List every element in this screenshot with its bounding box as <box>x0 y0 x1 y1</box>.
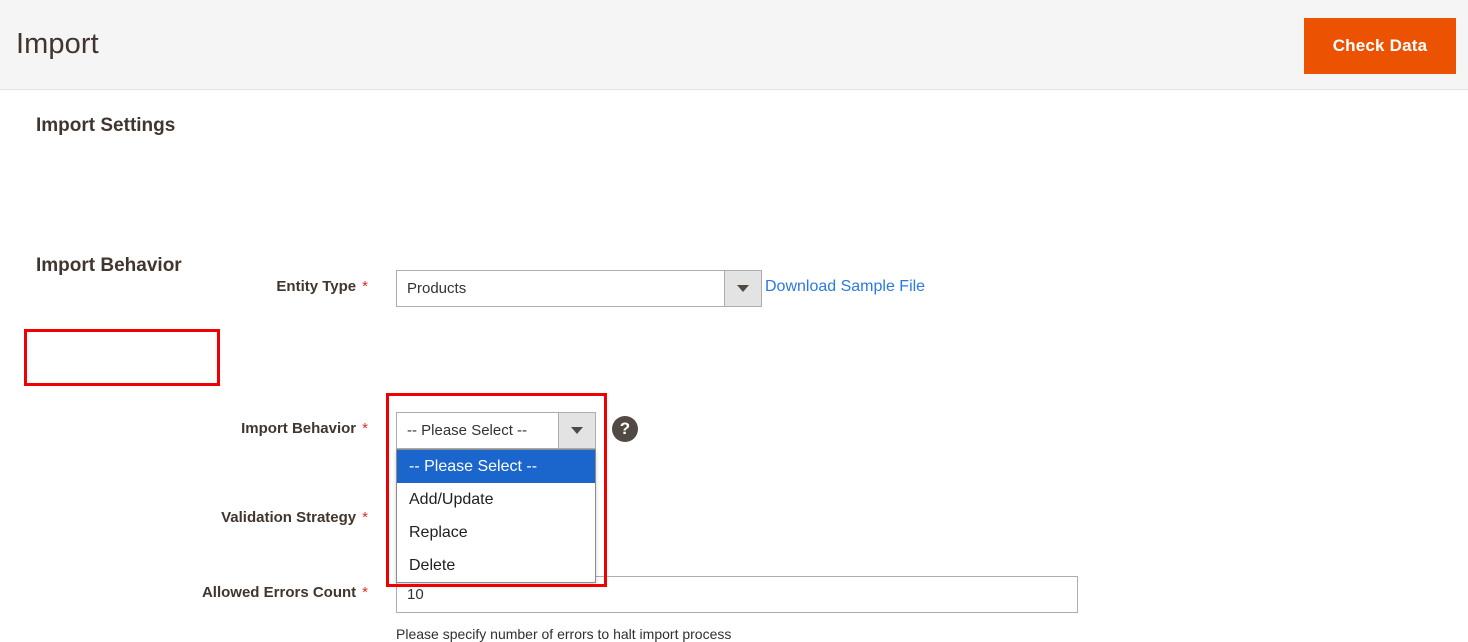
validation-strategy-required-marker: * <box>362 509 368 526</box>
allowed-errors-count-required-marker: * <box>362 584 368 601</box>
validation-strategy-label-text: Validation Strategy <box>221 509 357 526</box>
import-behavior-select-value: -- Please Select -- <box>407 422 528 439</box>
import-settings-heading: Import Settings <box>36 115 176 136</box>
import-behavior-select[interactable]: -- Please Select -- <box>396 412 596 449</box>
validation-strategy-label: Validation Strategy * <box>140 509 368 526</box>
import-behavior-required-marker: * <box>362 420 368 437</box>
import-behavior-label: Import Behavior * <box>140 420 368 437</box>
entity-type-label-text: Entity Type <box>276 278 357 295</box>
page-header: Import Check Data <box>0 0 1468 90</box>
entity-type-required-marker: * <box>362 278 368 295</box>
download-sample-file-link[interactable]: Download Sample File <box>765 278 925 296</box>
import-behavior-option[interactable]: Replace <box>397 516 595 549</box>
allowed-errors-count-label: Allowed Errors Count * <box>120 584 368 601</box>
check-data-button[interactable]: Check Data <box>1304 18 1456 74</box>
entity-type-select-value: Products <box>407 280 467 297</box>
entity-type-label: Entity Type * <box>180 278 368 295</box>
import-behavior-option[interactable]: Delete <box>397 549 595 582</box>
import-behavior-options-list[interactable]: -- Please Select -- Add/Update Replace Dele… <box>396 449 596 583</box>
import-behavior-option[interactable]: -- Please Select -- <box>397 450 595 483</box>
allowed-errors-count-note: Please specify number of errors to halt … <box>396 626 732 642</box>
import-behavior-label-text: Import Behavior <box>241 420 357 437</box>
chevron-down-icon[interactable] <box>724 271 761 306</box>
import-behavior-option[interactable]: Add/Update <box>397 483 595 516</box>
help-question-icon[interactable]: ? <box>612 416 638 442</box>
import-behavior-heading: Import Behavior <box>36 255 182 276</box>
import-form-content: Import Settings Entity Type * Products Do… <box>0 90 1468 642</box>
allowed-errors-count-label-text: Allowed Errors Count <box>201 584 357 601</box>
entity-type-select[interactable]: Products <box>396 270 762 307</box>
chevron-down-icon[interactable] <box>558 413 595 448</box>
annotation-box-import-behavior-heading <box>24 329 220 386</box>
page-title: Import <box>16 28 99 60</box>
